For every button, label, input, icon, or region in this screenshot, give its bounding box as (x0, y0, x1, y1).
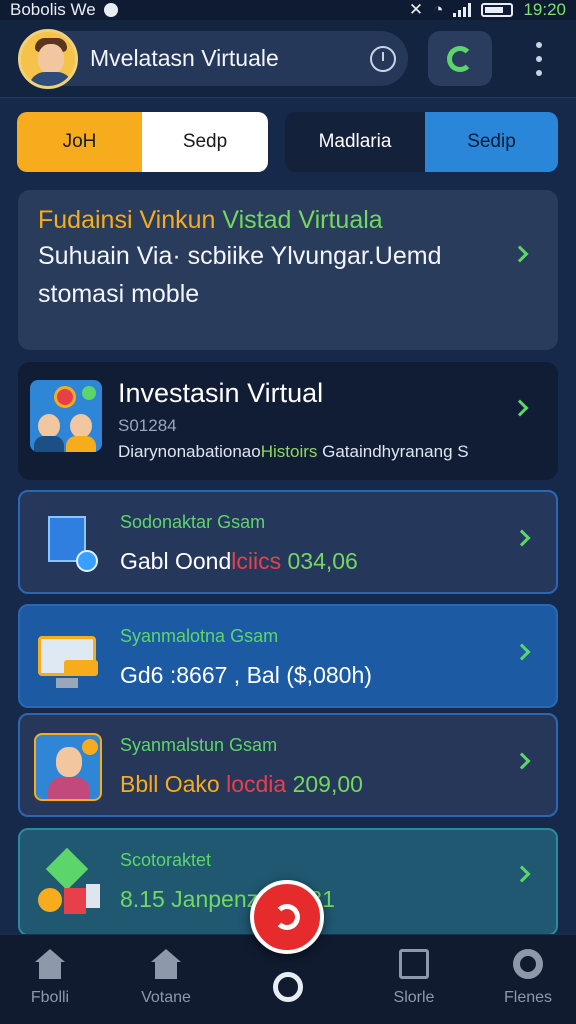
hero-card[interactable]: Fudainsi Vinkun Vistad Virtuala Suhuain … (18, 190, 558, 350)
nav-label: Slorle (393, 989, 435, 1006)
investment-card[interactable]: Investasin Virtual S01284 Diarynonabatio… (18, 362, 558, 480)
nav-label: Votane (141, 989, 191, 1006)
signal-icon (453, 3, 472, 17)
battery-icon (481, 3, 514, 17)
card-value-main: Bbll Oako (120, 771, 220, 797)
center-nav-icon[interactable] (273, 972, 303, 1002)
document-icon (399, 949, 429, 979)
refresh-button[interactable] (428, 31, 492, 86)
floating-action-button[interactable] (250, 880, 324, 954)
chevron-right-icon (513, 529, 531, 547)
chevron-right-icon (511, 399, 529, 417)
card-value-main: Gabl Oond (120, 548, 232, 574)
home-icon (149, 949, 183, 979)
nav-item-home[interactable]: Fbolli (5, 949, 95, 1007)
investment-desc-end: Gataindhyranang S (317, 442, 469, 461)
investors-icon (30, 380, 102, 452)
tab-sedp[interactable]: Sedp (142, 112, 268, 172)
gear-icon (513, 949, 543, 979)
card-value-main: 8.15 Janpenz (120, 886, 259, 912)
investment-desc-start: Diarynonabationao (118, 442, 261, 461)
segmented-tabs-right: Madlaria Sedip (285, 112, 558, 172)
status-time: 19:20 (523, 0, 566, 19)
refresh-arrow-icon (274, 904, 300, 930)
list-item[interactable]: Syanmalstun Gsam Bbll Oako locdia 209,00 (18, 713, 558, 817)
nav-item-settings[interactable]: Flenes (483, 949, 573, 1007)
hero-title-orange: Fudainsi Vinkun (38, 206, 216, 234)
page-title: Mvelatasn Virtuale (90, 45, 279, 71)
computer-icon (34, 624, 102, 692)
tab-sedip[interactable]: Sedip (425, 112, 558, 172)
avatar[interactable] (18, 28, 78, 89)
card-value-tag: lciics (231, 548, 282, 574)
hero-title: Fudainsi Vinkun Vistad Virtuala (38, 206, 538, 235)
profile-pill[interactable]: Mvelatasn Virtuale (18, 28, 408, 89)
hero-body: Suhuain Via· scbiike Ylvungar.Uemd stoma… (38, 242, 442, 308)
nav-label: Flenes (503, 989, 553, 1006)
card-value-amount: 209,00 (286, 771, 363, 797)
hero-title-green: Vistad Virtuala (222, 206, 383, 234)
wifi-icon: ◔ (433, 0, 444, 19)
mute-icon: ✕ (408, 0, 424, 19)
card-value-tag: locdia (219, 771, 287, 797)
list-item[interactable]: Syanmalotna Gsam Gd6 :8667 , Bal ($,080h… (18, 604, 558, 708)
segmented-tabs-left: JoH Sedp (17, 112, 268, 172)
card-label: Sodonaktar Gsam (120, 512, 266, 532)
more-menu-icon[interactable] (530, 42, 548, 76)
chevron-right-icon (513, 752, 531, 770)
status-bar: Bobolis We ✕ ◔ 19:20 (0, 0, 576, 20)
card-value-main: Gd6 :8667 (120, 662, 228, 688)
card-value: Gabl Oondlciics 034,06 (120, 548, 358, 575)
status-left: Bobolis We (10, 0, 118, 20)
server-icon (34, 510, 102, 578)
card-value: Gd6 :8667 , Bal ($,080h) (120, 662, 372, 689)
notification-icon (103, 3, 118, 17)
nav-item-slorle[interactable]: Slorle (369, 949, 459, 1007)
gift-coins-icon (34, 847, 102, 916)
card-label: Scotoraktet (120, 850, 212, 870)
carrier-label: Bobolis We (10, 0, 96, 19)
card-label: Syanmalstun Gsam (120, 735, 278, 755)
card-value-amount: 034,06 (281, 548, 358, 574)
home-icon (33, 949, 67, 979)
card-value-amount: , Bal ($,080h) (227, 662, 372, 688)
card-value: Bbll Oako locdia 209,00 (120, 771, 363, 798)
investment-desc-highlight: Histoirs (260, 442, 318, 461)
refresh-icon (447, 45, 473, 72)
nav-label: Fbolli (30, 989, 70, 1006)
clock-icon[interactable] (370, 45, 396, 72)
tab-madlaria[interactable]: Madlaria (285, 112, 425, 172)
list-item[interactable]: Sodonaktar Gsam Gabl Oondlciics 034,06 (18, 490, 558, 594)
investment-title: Investasin Virtual (118, 378, 324, 408)
nav-item-votane[interactable]: Votane (121, 949, 211, 1007)
person-coin-icon (34, 733, 102, 801)
investment-subtitle: S01284 (118, 416, 177, 435)
investment-description: DiarynonabationaoHistoirs Gataindhyranan… (118, 442, 469, 462)
status-right: ✕ ◔ 19:20 (409, 0, 566, 20)
card-label: Syanmalotna Gsam (120, 626, 279, 646)
chevron-right-icon (513, 865, 531, 883)
app-header: Mvelatasn Virtuale (0, 20, 576, 98)
chevron-right-icon (513, 643, 531, 661)
tab-joh[interactable]: JoH (17, 112, 142, 172)
chevron-right-icon (511, 245, 529, 263)
